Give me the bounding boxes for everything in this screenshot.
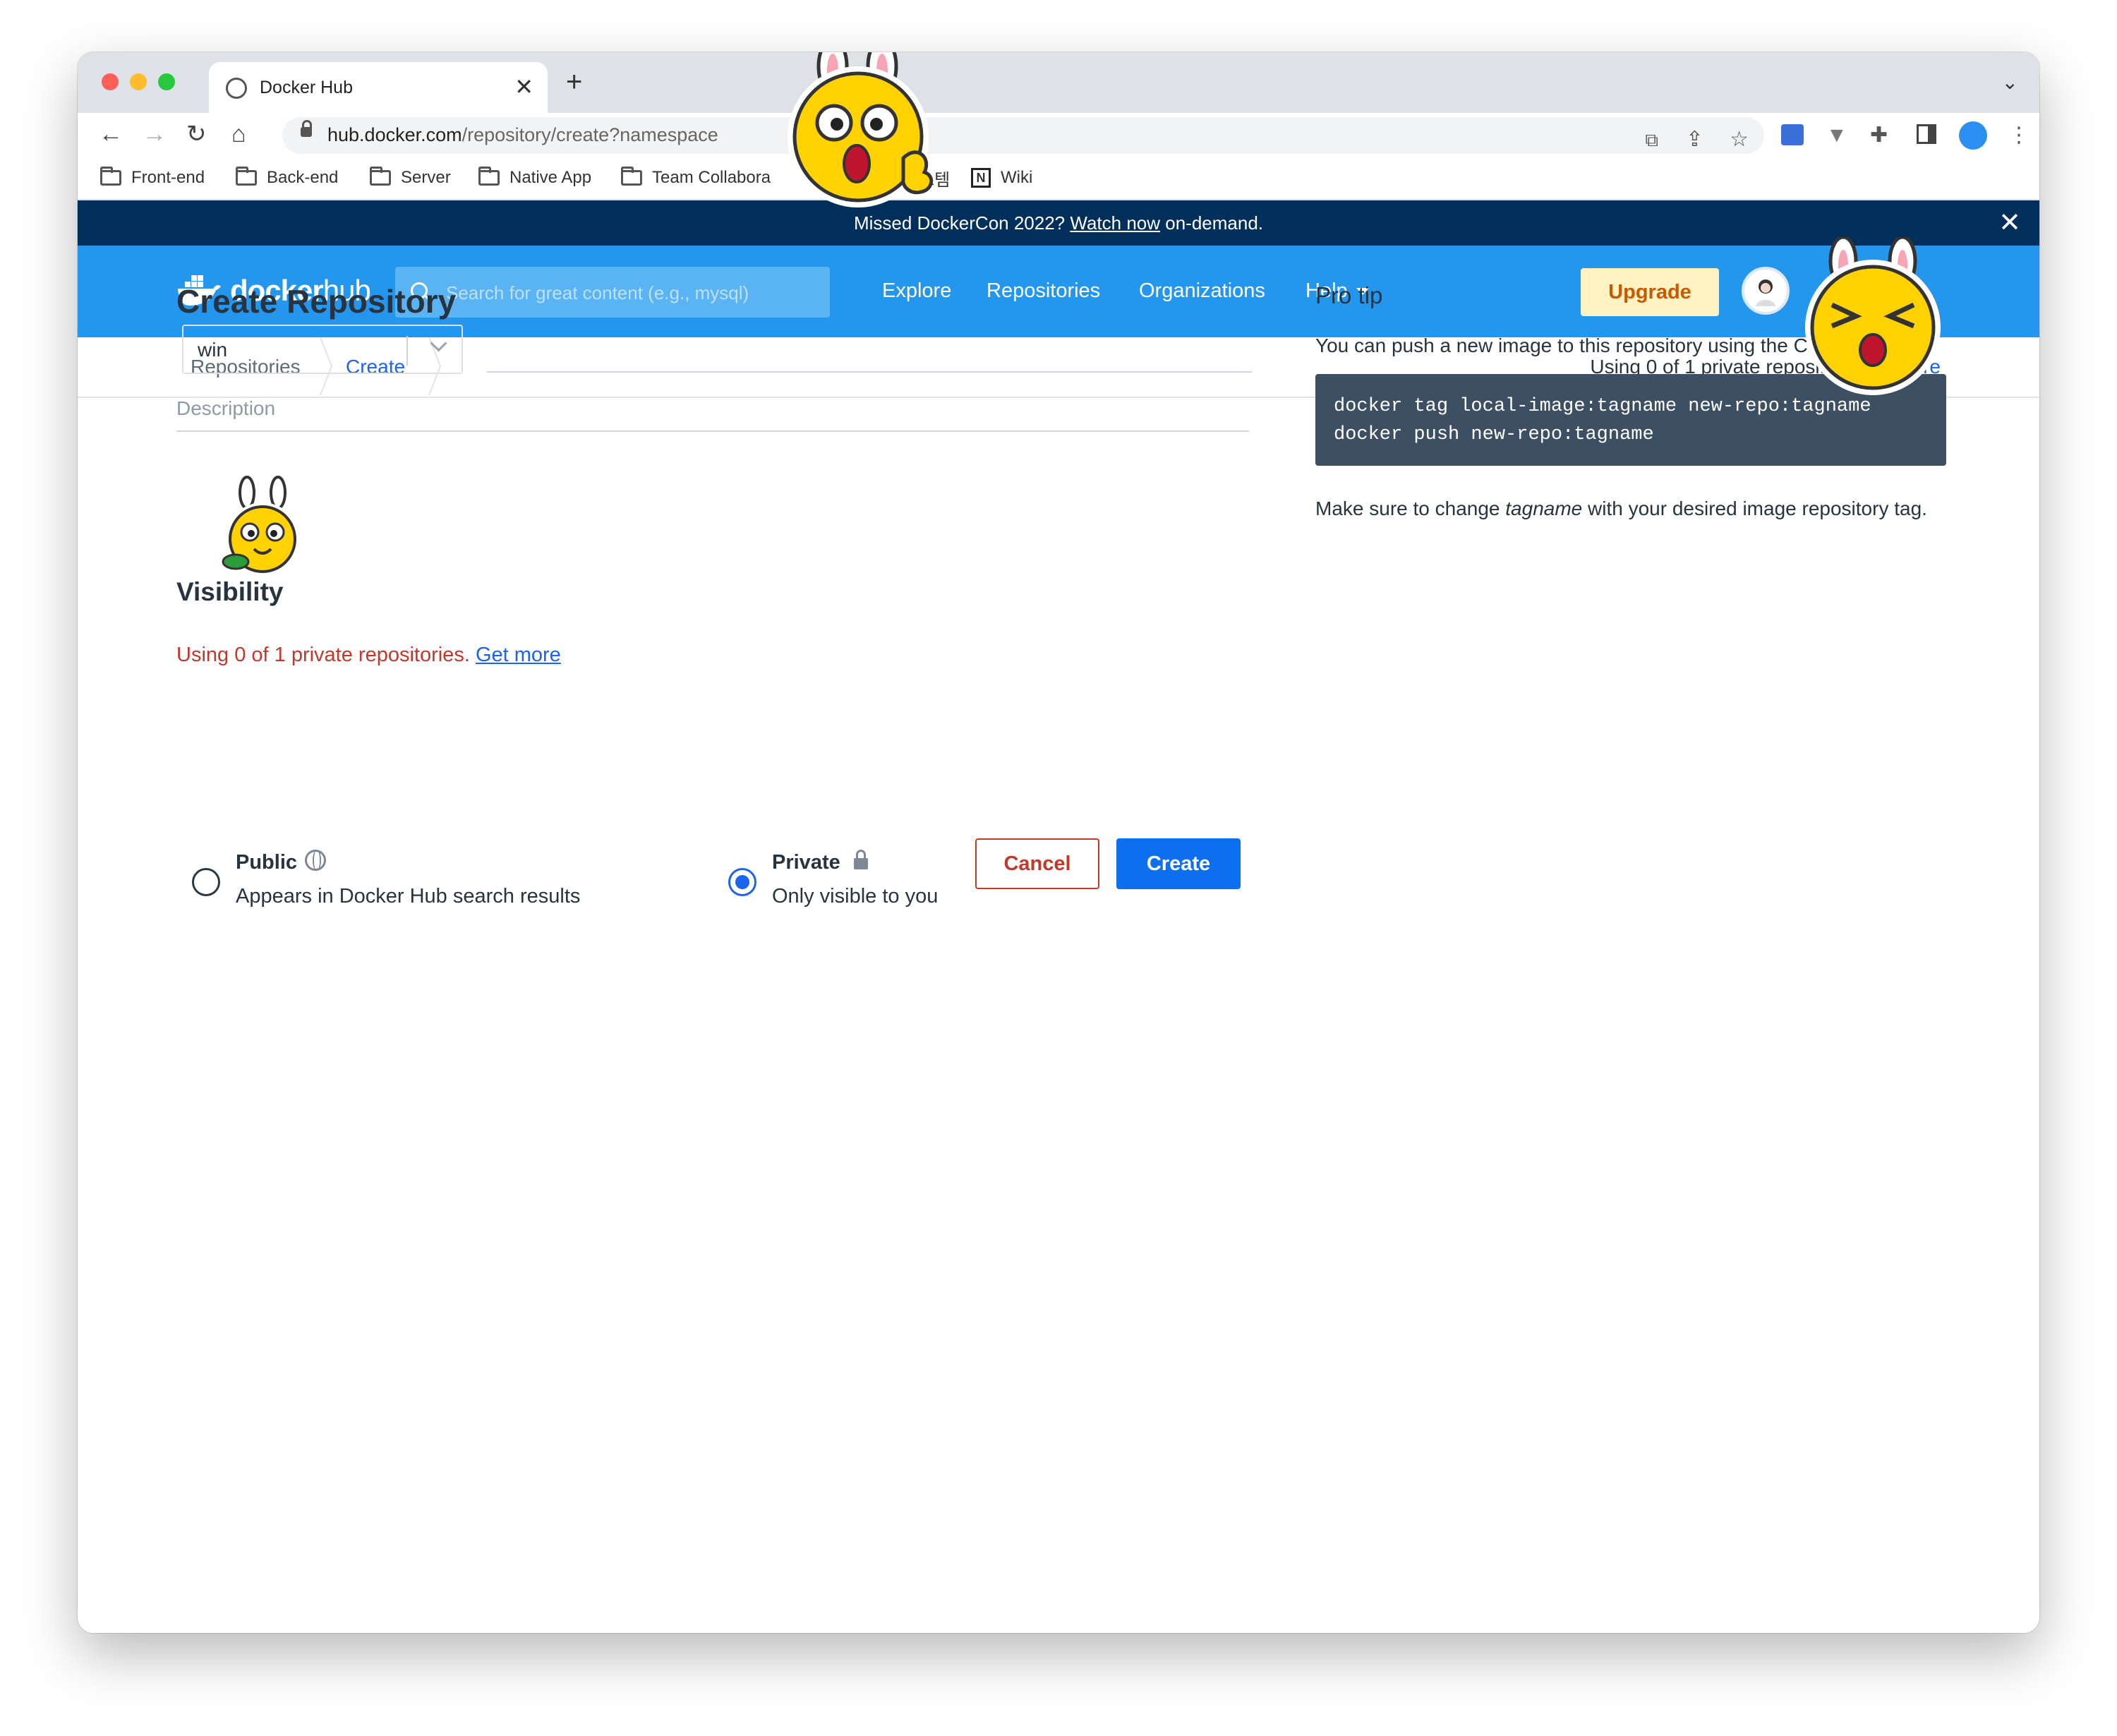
docker-favicon-icon	[226, 78, 247, 99]
upgrade-button[interactable]: Upgrade	[1581, 268, 1719, 316]
chevron-down-icon	[430, 334, 447, 352]
nav-organizations[interactable]: Organizations	[1139, 279, 1265, 303]
folder-icon	[100, 167, 121, 186]
search-input[interactable]	[445, 277, 814, 309]
folder-icon	[236, 167, 257, 186]
home-icon[interactable]: ⌂	[231, 120, 246, 148]
private-radio[interactable]	[728, 868, 756, 896]
bookmark-star-icon[interactable]: ☆	[1730, 127, 1749, 152]
page-title: Create Repository	[176, 283, 457, 320]
reload-icon[interactable]: ↻	[186, 120, 207, 148]
side-panel-icon[interactable]	[1917, 124, 1936, 144]
bookmark-server[interactable]: Server	[370, 165, 451, 191]
tab-close-icon[interactable]: ✕	[514, 73, 533, 100]
tab-strip: Docker Hub ✕ + ⌄	[78, 52, 2039, 113]
back-arrow-icon[interactable]: ←	[99, 120, 123, 148]
visibility-heading: Visibility	[176, 577, 284, 606]
address-bar[interactable]: hub.docker.com/repository/create?namespa…	[282, 117, 1764, 154]
nav-repositories[interactable]: Repositories	[987, 279, 1100, 303]
profile-icon[interactable]	[1959, 121, 1987, 150]
share-icon[interactable]: ⇪	[1686, 127, 1703, 152]
bookmark-front-end[interactable]: Front-end	[100, 165, 205, 191]
close-window-button[interactable]	[102, 73, 119, 90]
bookmarks-bar: Front-end Back-end Server Native App Tea…	[78, 158, 2039, 200]
bookmark-native-app[interactable]: Native App	[478, 165, 591, 191]
maximize-window-button[interactable]	[158, 73, 175, 90]
lock-icon	[854, 850, 868, 869]
visibility-usage: Using 0 of 1 private repositories. Get m…	[176, 644, 561, 666]
public-label[interactable]: Public	[236, 851, 297, 874]
more-menu-icon[interactable]: ⋮	[2008, 123, 2029, 148]
announcement-banner: Missed DockerCon 2022? Watch now on-dema…	[78, 200, 2039, 246]
globe-icon	[305, 850, 326, 871]
bookmark-team-collabora[interactable]: Team Collabora	[621, 165, 771, 191]
repository-name-input[interactable]	[487, 327, 1252, 373]
rabbit-sticker-icon	[222, 476, 299, 576]
user-avatar[interactable]	[1742, 267, 1790, 315]
browser-tab[interactable]: Docker Hub ✕	[209, 62, 548, 113]
private-label[interactable]: Private	[772, 851, 840, 874]
notion-icon: N	[971, 168, 991, 188]
bookmark-wiki[interactable]: N Wiki	[971, 165, 1032, 191]
search-box[interactable]	[395, 267, 830, 318]
cancel-button[interactable]: Cancel	[975, 838, 1099, 889]
bookmark-back-end[interactable]: Back-end	[236, 165, 338, 191]
extension-icon[interactable]	[1781, 124, 1804, 145]
new-tab-button[interactable]: +	[566, 68, 582, 96]
namespace-value: win	[198, 339, 228, 361]
protip-note: Make sure to change tagname with your de…	[1315, 498, 1927, 519]
forward-arrow-icon[interactable]: →	[143, 120, 167, 148]
rabbit-sticker-icon	[1805, 237, 1941, 395]
public-description: Appears in Docker Hub search results	[236, 885, 581, 908]
vue-extension-icon[interactable]: ▼	[1826, 123, 1847, 148]
description-input[interactable]	[176, 387, 1249, 432]
tab-search-chevron-icon[interactable]: ⌄	[2002, 71, 2018, 94]
minimize-window-button[interactable]	[130, 73, 147, 90]
namespace-select[interactable]: win	[182, 325, 463, 374]
browser-toolbar: ← → ↻ ⌂ hub.docker.com/repository/create…	[78, 113, 2039, 158]
nav-explore[interactable]: Explore	[882, 279, 951, 303]
select-divider	[406, 336, 408, 366]
banner-suffix: on-demand.	[1165, 212, 1264, 234]
folder-icon	[478, 167, 500, 186]
url-text: hub.docker.com/repository/create?namespa…	[327, 124, 718, 145]
public-radio[interactable]	[192, 868, 220, 896]
private-description: Only visible to you	[772, 885, 939, 908]
lock-icon	[301, 120, 312, 137]
protip-title: Pro tip	[1315, 282, 1383, 308]
extensions-puzzle-icon[interactable]: ✚	[1870, 123, 1888, 148]
browser-window: Docker Hub ✕ + ⌄ ← → ↻ ⌂ hub.docker.com/…	[78, 52, 2039, 1633]
close-banner-icon[interactable]: ✕	[1998, 200, 2021, 246]
translate-icon[interactable]: ⧉	[1645, 127, 1658, 152]
tab-title: Docker Hub	[260, 78, 353, 97]
folder-icon	[370, 167, 391, 186]
get-more-link[interactable]: Get more	[476, 644, 561, 666]
banner-text: Missed DockerCon 2022?	[853, 212, 1066, 234]
protip-text: You can push a new image to this reposit…	[1315, 334, 1825, 356]
watch-now-link[interactable]: Watch now	[1070, 212, 1160, 234]
create-button[interactable]: Create	[1116, 838, 1241, 889]
folder-icon	[621, 167, 642, 186]
rabbit-sticker-icon	[788, 52, 933, 207]
